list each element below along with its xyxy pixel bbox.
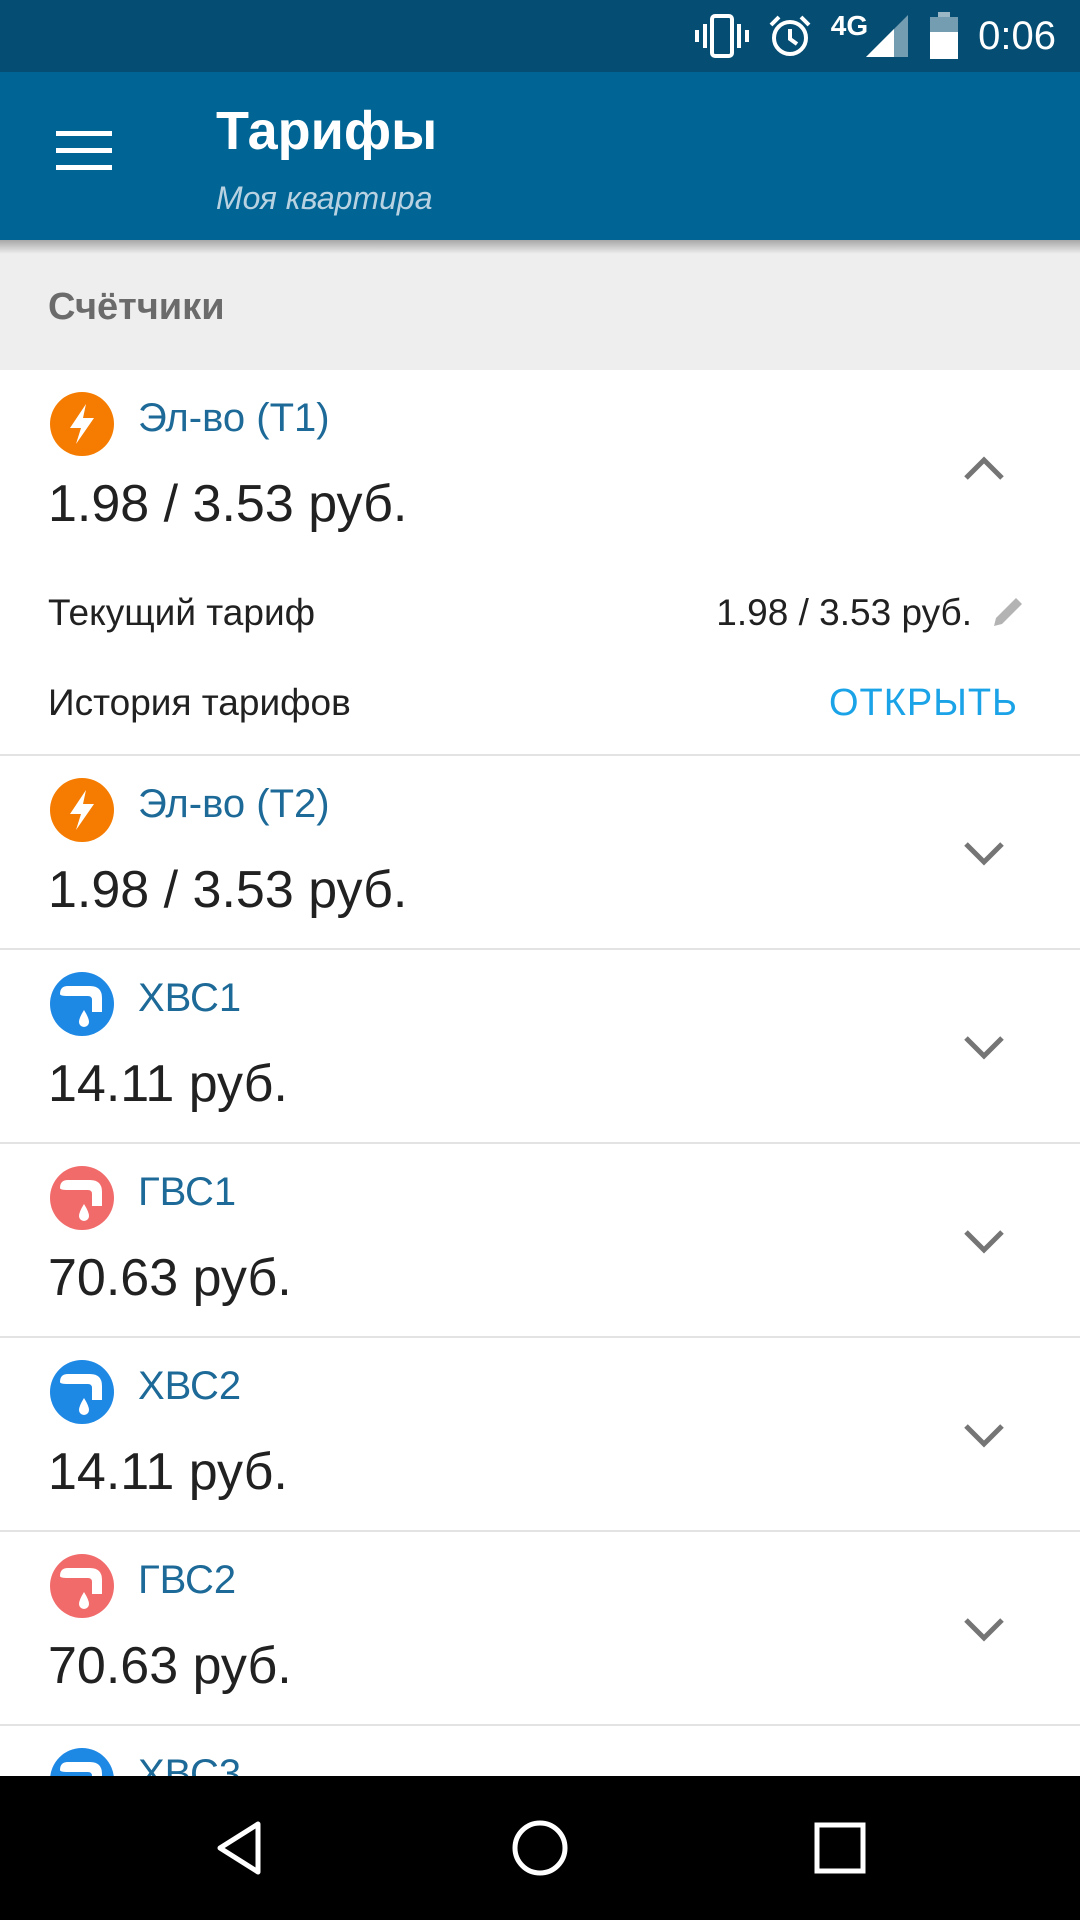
cold-water-icon (50, 1360, 114, 1424)
meter-name: ХВС1 (138, 976, 242, 1020)
meter-value: 1.98 / 3.53 руб. (48, 475, 408, 533)
meter-value: 1.98 / 3.53 руб. (48, 861, 408, 919)
hamburger-menu-icon (56, 131, 112, 170)
home-button[interactable] (504, 1812, 576, 1884)
meter-card[interactable]: Эл-во (Т1) 1.98 / 3.53 руб. Текущий тари… (0, 370, 1080, 756)
meter-list[interactable]: Эл-во (Т1) 1.98 / 3.53 руб. Текущий тари… (0, 370, 1080, 1776)
meter-name: ГВС2 (138, 1558, 237, 1602)
expand-button[interactable] (956, 826, 1012, 882)
signal-icon (864, 13, 910, 59)
current-tariff-value: 1.98 / 3.53 руб. (716, 592, 972, 633)
back-icon (217, 1821, 261, 1875)
section-title: Счётчики (48, 286, 225, 328)
meter-card[interactable]: Эл-во (Т2) 1.98 / 3.53 руб. (0, 756, 1080, 950)
meter-card[interactable]: ГВС2 70.63 руб. (0, 1532, 1080, 1726)
collapse-button[interactable] (956, 440, 1012, 496)
expand-button[interactable] (956, 1020, 1012, 1076)
page-subtitle: Моя квартира (216, 180, 433, 216)
meter-name: Эл-во (Т1) (138, 396, 330, 440)
app-bar: Тарифы Моя квартира (0, 72, 1080, 240)
network-type: 4G (830, 10, 869, 41)
chevron-down-icon (964, 1230, 1004, 1254)
meter-card[interactable]: ХВС3 (0, 1726, 1080, 1776)
current-tariff-label: Текущий тариф (48, 592, 316, 633)
meter-card[interactable]: ГВС1 70.63 руб. (0, 1144, 1080, 1338)
menu-button[interactable] (40, 122, 128, 180)
page-title: Тарифы (216, 101, 438, 161)
electricity-icon (50, 392, 114, 456)
chevron-down-icon (964, 1424, 1004, 1448)
chevron-up-icon (964, 456, 1004, 480)
open-history-button[interactable]: ОТКРЫТЬ (829, 682, 1018, 725)
vibrate-icon (694, 14, 749, 58)
hot-water-icon (50, 1166, 114, 1230)
battery-icon (928, 12, 960, 60)
meter-name: ГВС1 (138, 1170, 237, 1214)
meter-card[interactable]: ХВС2 14.11 руб. (0, 1338, 1080, 1532)
meter-card[interactable]: ХВС1 14.11 руб. (0, 950, 1080, 1144)
back-button[interactable] (204, 1812, 276, 1884)
section-header: Счётчики (0, 240, 1080, 370)
tariff-history-label: История тарифов (48, 682, 351, 723)
alarm-icon (767, 13, 813, 59)
pencil-icon[interactable] (988, 592, 1028, 632)
expand-button[interactable] (956, 1408, 1012, 1464)
navigation-bar (0, 1776, 1080, 1920)
cold-water-icon (50, 972, 114, 1036)
status-bar: 4G 0:06 (0, 0, 1080, 72)
meter-value: 70.63 руб. (48, 1637, 292, 1695)
chevron-down-icon (964, 842, 1004, 866)
meter-name: ХВС3 (138, 1752, 242, 1776)
meter-name: Эл-во (Т2) (138, 782, 330, 826)
expand-button[interactable] (956, 1602, 1012, 1658)
meter-value: 14.11 руб. (48, 1443, 288, 1501)
recents-icon (814, 1822, 866, 1874)
chevron-down-icon (964, 1036, 1004, 1060)
home-icon (512, 1820, 568, 1876)
expand-button[interactable] (956, 1214, 1012, 1270)
meter-name: ХВС2 (138, 1364, 242, 1408)
clock: 0:06 (978, 13, 1056, 58)
meter-value: 70.63 руб. (48, 1249, 292, 1307)
recents-button[interactable] (804, 1812, 876, 1884)
hot-water-icon (50, 1554, 114, 1618)
cold-water-icon (50, 1748, 114, 1776)
app-bar-shadow (0, 240, 1080, 254)
chevron-down-icon (964, 1618, 1004, 1642)
electricity-icon (50, 778, 114, 842)
meter-value: 14.11 руб. (48, 1055, 288, 1113)
